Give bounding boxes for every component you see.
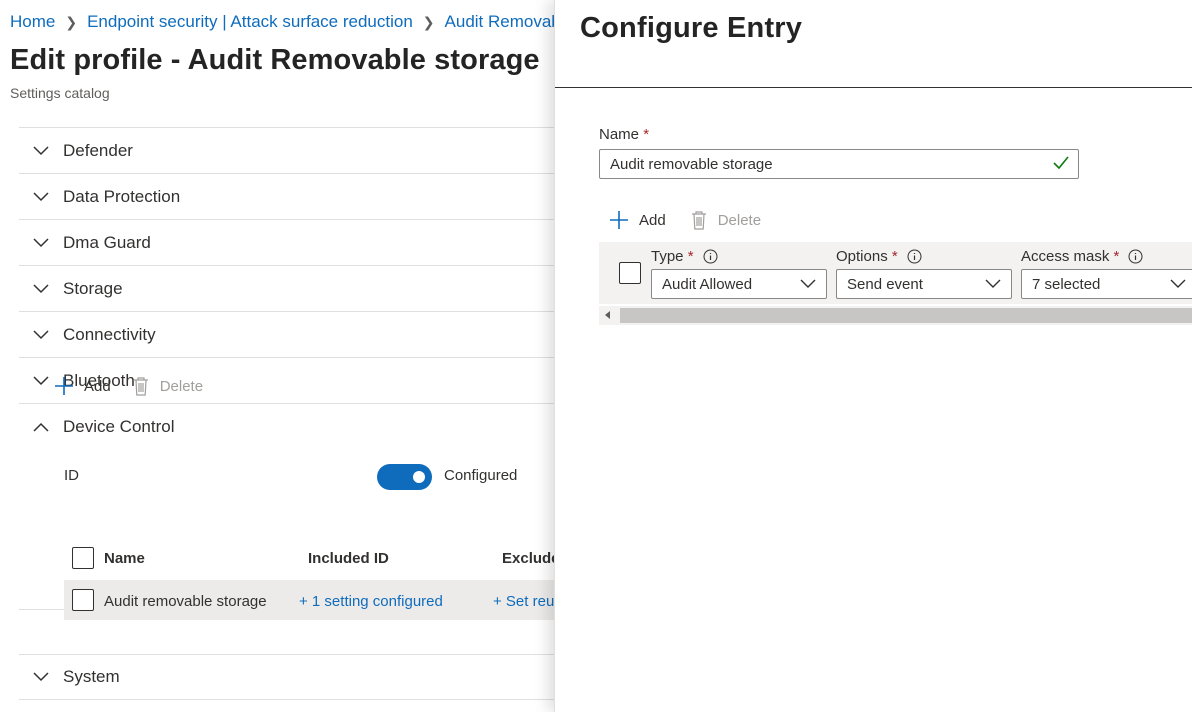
panel-divider: [555, 87, 1192, 88]
plus-icon: [610, 211, 628, 229]
breadcrumb-separator-icon: ❯: [422, 13, 435, 30]
toggle-knob: [413, 471, 425, 483]
section-label: Defender: [63, 140, 133, 160]
delete-label: Delete: [717, 211, 762, 229]
scrollbar-thumb[interactable]: [620, 308, 1192, 323]
type-value: Audit Allowed: [662, 275, 753, 293]
name-input[interactable]: [599, 149, 1079, 179]
column-header-included-id[interactable]: Included ID: [308, 550, 389, 567]
delete-entry-button[interactable]: Delete: [690, 210, 761, 230]
name-label: Name *: [599, 126, 649, 143]
row-name: Audit removable storage: [104, 593, 267, 610]
type-header: Type *: [651, 246, 827, 266]
settings-sections: Defender Data Protection Dma Guard Stora…: [19, 127, 554, 610]
row-included-id-link[interactable]: + 1 setting configured: [299, 593, 443, 610]
section-label: Storage: [63, 278, 123, 298]
entry-table: Type * Audit Allowed Options * Send even…: [599, 242, 1192, 304]
options-column: Options * Send event: [836, 246, 1012, 299]
access-mask-column: Access mask * 7 selected: [1021, 246, 1192, 299]
edit-profile-page: Home ❯ Endpoint security | Attack surfac…: [0, 0, 554, 712]
configure-entry-panel: Configure Entry Name * Add Delete Type *…: [554, 0, 1192, 712]
options-value: Send event: [847, 275, 923, 293]
select-all-checkbox[interactable]: [72, 547, 94, 569]
chevron-down-icon: [19, 283, 63, 294]
column-header-excluded-id[interactable]: Excluded ID: [502, 550, 554, 567]
chevron-down-icon: [19, 329, 63, 340]
required-marker: *: [891, 247, 898, 265]
access-mask-value: 7 selected: [1032, 275, 1101, 293]
trash-icon: [691, 211, 706, 230]
device-control-toolbar: Add Delete: [54, 376, 203, 396]
section-label: Connectivity: [63, 324, 156, 344]
add-entry-button[interactable]: Add: [609, 210, 666, 230]
delete-label: Delete: [159, 377, 204, 395]
row-checkbox[interactable]: [72, 589, 94, 611]
section-label: Dma Guard: [63, 232, 151, 252]
entry-row-checkbox[interactable]: [619, 262, 641, 284]
options-dropdown[interactable]: Send event: [836, 269, 1012, 299]
panel-title: Configure Entry: [580, 12, 803, 44]
toggle-state-label: Configured: [444, 467, 518, 484]
section-storage[interactable]: Storage: [19, 266, 554, 312]
required-marker: *: [687, 247, 694, 265]
page-title: Edit profile - Audit Removable storage: [10, 44, 540, 76]
access-mask-label: Access mask: [1021, 247, 1110, 265]
column-header-name[interactable]: Name: [104, 550, 145, 567]
type-label: Type: [651, 247, 684, 265]
section-label: System: [63, 667, 120, 686]
section-connectivity[interactable]: Connectivity: [19, 312, 554, 358]
checkmark-icon: [1053, 156, 1069, 170]
access-mask-header: Access mask *: [1021, 246, 1192, 266]
required-marker: *: [1113, 247, 1120, 265]
info-icon[interactable]: [1128, 249, 1143, 264]
chevron-down-icon: [800, 279, 816, 288]
table-row[interactable]: Audit removable storage + 1 setting conf…: [64, 580, 554, 620]
name-label-text: Name: [599, 126, 640, 143]
required-marker: *: [643, 126, 650, 143]
chevron-down-icon: [19, 191, 63, 202]
breadcrumb-home[interactable]: Home: [10, 12, 55, 32]
chevron-down-icon: [19, 237, 63, 248]
device-control-header[interactable]: Device Control: [19, 404, 554, 450]
plus-icon: [55, 377, 73, 395]
add-label: Add: [639, 211, 666, 229]
section-defender[interactable]: Defender: [19, 128, 554, 174]
options-label: Options: [836, 247, 888, 265]
section-label: Device Control: [63, 417, 175, 436]
scroll-left-arrow-icon[interactable]: [605, 311, 610, 319]
section-data-protection[interactable]: Data Protection: [19, 174, 554, 220]
info-icon[interactable]: [703, 249, 718, 264]
id-label: ID: [64, 467, 79, 484]
entry-toolbar: Add Delete: [609, 210, 761, 230]
section-label: Data Protection: [63, 186, 181, 206]
add-button[interactable]: Add: [54, 376, 111, 396]
section-system[interactable]: System: [19, 654, 554, 700]
type-dropdown[interactable]: Audit Allowed: [651, 269, 827, 299]
chevron-up-icon: [19, 422, 63, 432]
breadcrumb-audit-removable[interactable]: Audit Removable storage: [445, 12, 554, 32]
add-label: Add: [84, 377, 111, 395]
type-column: Type * Audit Allowed: [651, 246, 827, 299]
chevron-down-icon: [19, 672, 63, 682]
chevron-down-icon: [19, 145, 63, 156]
breadcrumb: Home ❯ Endpoint security | Attack surfac…: [10, 12, 554, 32]
device-control-grid-header: Name Included ID Excluded ID: [64, 545, 554, 575]
info-icon[interactable]: [907, 249, 922, 264]
row-excluded-id-link[interactable]: + Set reusable settings: [493, 593, 554, 610]
page-subtitle: Settings catalog: [10, 85, 110, 101]
breadcrumb-separator-icon: ❯: [65, 13, 78, 30]
configured-toggle[interactable]: [377, 464, 432, 490]
trash-icon: [133, 377, 148, 396]
chevron-down-icon: [985, 279, 1001, 288]
section-dma-guard[interactable]: Dma Guard: [19, 220, 554, 266]
chevron-down-icon: [1170, 279, 1186, 288]
horizontal-scrollbar[interactable]: [599, 306, 1192, 325]
options-header: Options *: [836, 246, 1012, 266]
access-mask-dropdown[interactable]: 7 selected: [1021, 269, 1192, 299]
delete-button[interactable]: Delete: [132, 376, 203, 396]
breadcrumb-endpoint-security[interactable]: Endpoint security | Attack surface reduc…: [87, 12, 413, 32]
